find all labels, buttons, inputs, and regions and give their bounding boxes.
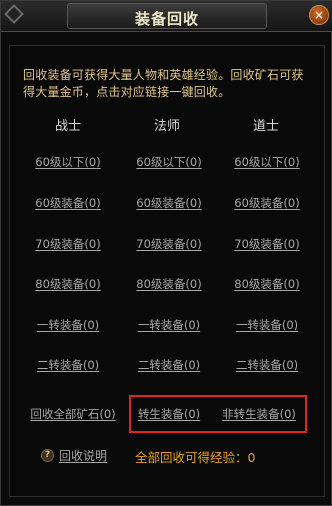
description-text: 回收装备可获得大量人物和英雄经验。回收矿石可获得大量金币，点击对应链接一键回收。 xyxy=(23,68,304,99)
column-header-warrior: 战士 xyxy=(54,119,81,134)
taoist-level80-equip-link[interactable]: 80级装备(0) xyxy=(217,276,317,292)
warrior-level70-equip-link[interactable]: 70级装备(0) xyxy=(18,236,118,252)
column-header-mage: 法师 xyxy=(153,119,180,134)
taoist-reborn2-equip-link[interactable]: 二转装备(0) xyxy=(217,357,317,373)
title-bar[interactable]: 装备回收 × xyxy=(1,1,332,32)
warrior-reborn1-equip-link[interactable]: 一转装备(0) xyxy=(18,317,118,333)
warrior-reborn2-equip-link[interactable]: 二转装备(0) xyxy=(18,357,118,373)
mage-reborn2-equip-link[interactable]: 二转装备(0) xyxy=(119,357,219,373)
non-reborn-equip-link[interactable]: 非转生装备(0) xyxy=(209,406,309,422)
taoist-level70-equip-link[interactable]: 70级装备(0) xyxy=(217,236,317,252)
taoist-below-60-link[interactable]: 60级以下(0) xyxy=(217,154,317,170)
warrior-below-60-link[interactable]: 60级以下(0) xyxy=(18,154,118,170)
window-title: 装备回收 xyxy=(134,10,199,28)
mage-reborn1-equip-link[interactable]: 一转装备(0) xyxy=(119,317,219,333)
mage-below-60-link[interactable]: 60级以下(0) xyxy=(119,154,219,170)
corner-ornament-icon xyxy=(4,4,24,24)
mage-level70-equip-link[interactable]: 70级装备(0) xyxy=(119,236,219,252)
taoist-level60-equip-link[interactable]: 60级装备(0) xyxy=(217,195,317,211)
recycle-window: 装备回收 × 回收装备可获得大量人物和英雄经验。回收矿石可获得大量金币，点击对应… xyxy=(0,0,332,506)
title-plate: 装备回收 xyxy=(67,3,267,29)
help-link[interactable]: 回收说明 xyxy=(59,447,107,464)
warrior-level60-equip-link[interactable]: 60级装备(0) xyxy=(18,195,118,211)
mage-level60-equip-link[interactable]: 60级装备(0) xyxy=(119,195,219,211)
mage-level80-equip-link[interactable]: 80级装备(0) xyxy=(119,276,219,292)
help-icon[interactable]: ? xyxy=(41,449,54,462)
column-header-taoist: 道士 xyxy=(252,119,279,134)
taoist-reborn1-equip-link[interactable]: 一转装备(0) xyxy=(217,317,317,333)
close-icon[interactable]: × xyxy=(309,5,329,25)
total-exp-label: 全部回收可得经验：0 xyxy=(135,450,256,465)
recycle-all-ore-link[interactable]: 回收全部矿石(0) xyxy=(23,406,123,422)
warrior-level80-equip-link[interactable]: 80级装备(0) xyxy=(18,276,118,292)
reborn-equip-link[interactable]: 转生装备(0) xyxy=(119,406,219,422)
